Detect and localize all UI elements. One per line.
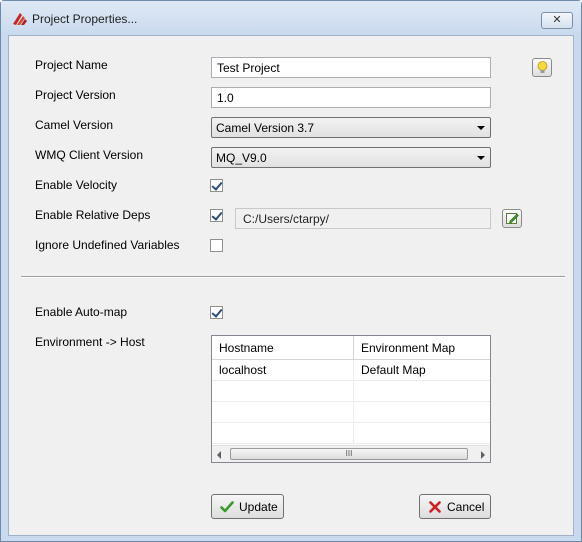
checkmark-icon [220, 500, 234, 514]
enable-relative-deps-label: Enable Relative Deps [35, 208, 151, 222]
chevron-down-icon [477, 126, 485, 130]
enable-auto-map-label: Enable Auto-map [35, 305, 128, 319]
chevron-down-icon [477, 156, 485, 160]
wmq-client-version-value: MQ_V9.0 [216, 151, 267, 165]
title-bar[interactable]: Project Properties... ✕ [1, 1, 581, 35]
wmq-client-version-select[interactable]: MQ_V9.0 [211, 147, 491, 168]
enable-velocity-checkbox[interactable] [210, 179, 223, 192]
scroll-right-icon[interactable] [481, 451, 485, 459]
section-divider [21, 276, 565, 278]
column-header-environment-map[interactable]: Environment Map [354, 336, 490, 360]
edit-icon [505, 211, 520, 229]
app-icon [12, 11, 28, 27]
cell-hostname[interactable]: localhost [212, 360, 266, 381]
window-title: Project Properties... [32, 12, 138, 26]
cancel-button-label: Cancel [447, 500, 485, 514]
table-row-empty[interactable] [212, 381, 490, 402]
camel-version-select[interactable]: Camel Version 3.7 [211, 117, 491, 138]
ignore-undefined-variables-label: Ignore Undefined Variables [35, 238, 180, 252]
ignore-undefined-variables-checkbox[interactable] [210, 239, 223, 252]
enable-velocity-label: Enable Velocity [35, 178, 118, 192]
cell-environment-map[interactable]: Default Map [354, 360, 426, 381]
table-row-empty[interactable] [212, 423, 490, 444]
project-version-input[interactable]: 1.0 [211, 87, 491, 108]
update-button[interactable]: Update [211, 494, 284, 519]
close-button[interactable]: ✕ [541, 12, 573, 29]
project-name-input[interactable]: Test Project [211, 57, 491, 78]
table-row[interactable]: localhost Default Map [212, 360, 490, 381]
hint-button[interactable] [532, 58, 552, 77]
lightbulb-icon [535, 60, 550, 78]
close-icon: ✕ [552, 14, 562, 26]
relative-deps-path-field[interactable]: C:/Users/ctarpy/ [235, 208, 491, 229]
update-button-label: Update [239, 500, 278, 514]
scroll-thumb[interactable]: III [230, 448, 468, 460]
horizontal-scrollbar[interactable]: III [212, 445, 490, 462]
x-icon [428, 500, 442, 514]
dialog-body: Project Name Test Project Project Versio… [8, 35, 574, 536]
dialog-window: Project Properties... ✕ Project Name Tes… [0, 0, 582, 542]
enable-auto-map-checkbox[interactable] [210, 306, 223, 319]
camel-version-value: Camel Version 3.7 [216, 121, 315, 135]
project-name-label: Project Name [35, 58, 108, 72]
environment-host-label: Environment -> Host [35, 335, 145, 349]
scroll-left-icon[interactable] [217, 451, 221, 459]
table-row-empty[interactable] [212, 402, 490, 423]
cancel-button[interactable]: Cancel [419, 494, 491, 519]
column-header-hostname[interactable]: Hostname [212, 336, 353, 360]
column-divider [353, 360, 354, 444]
edit-path-button[interactable] [502, 209, 522, 228]
project-version-label: Project Version [35, 88, 116, 102]
environment-host-table[interactable]: Hostname Environment Map localhost Defau… [211, 335, 491, 463]
wmq-client-version-label: WMQ Client Version [35, 148, 144, 162]
table-header: Hostname Environment Map [212, 336, 490, 360]
enable-relative-deps-checkbox[interactable] [210, 209, 223, 222]
camel-version-label: Camel Version [35, 118, 114, 132]
